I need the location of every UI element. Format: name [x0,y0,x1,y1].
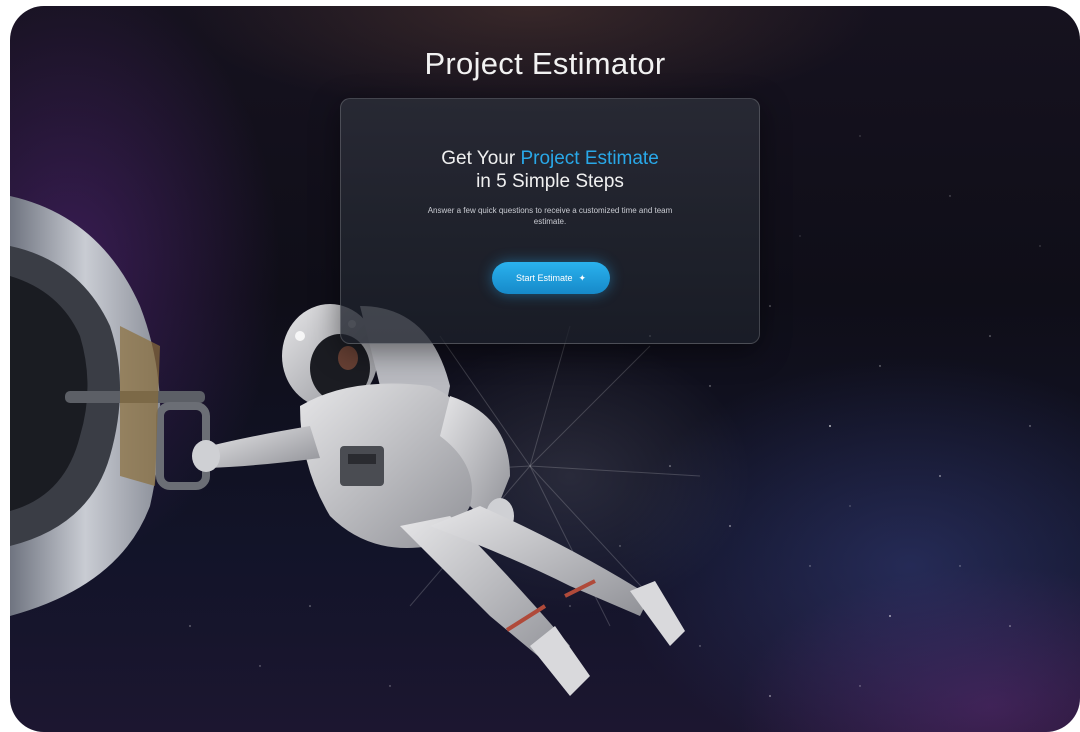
astronaut-illustration [192,304,685,696]
heading-prefix: Get Your [441,148,521,169]
heading-accent: Project Estimate [520,148,659,169]
hero-background: Project Estimator Get Your Project Estim… [10,6,1080,732]
estimate-intro-card: Get Your Project Estimate in 5 Simple St… [340,98,760,344]
sparkle-icon: ✦ [578,272,587,283]
start-estimate-label: Start Estimate [515,273,573,283]
page-title: Project Estimator [424,46,666,81]
heading-line2: in 5 Simple Steps [476,171,624,192]
card-subtitle: Answer a few quick questions to receive … [427,206,673,226]
card-heading: Get Your Project Estimate in 5 Simple St… [341,147,759,193]
start-estimate-button[interactable]: Start Estimate ✦ [492,262,610,294]
